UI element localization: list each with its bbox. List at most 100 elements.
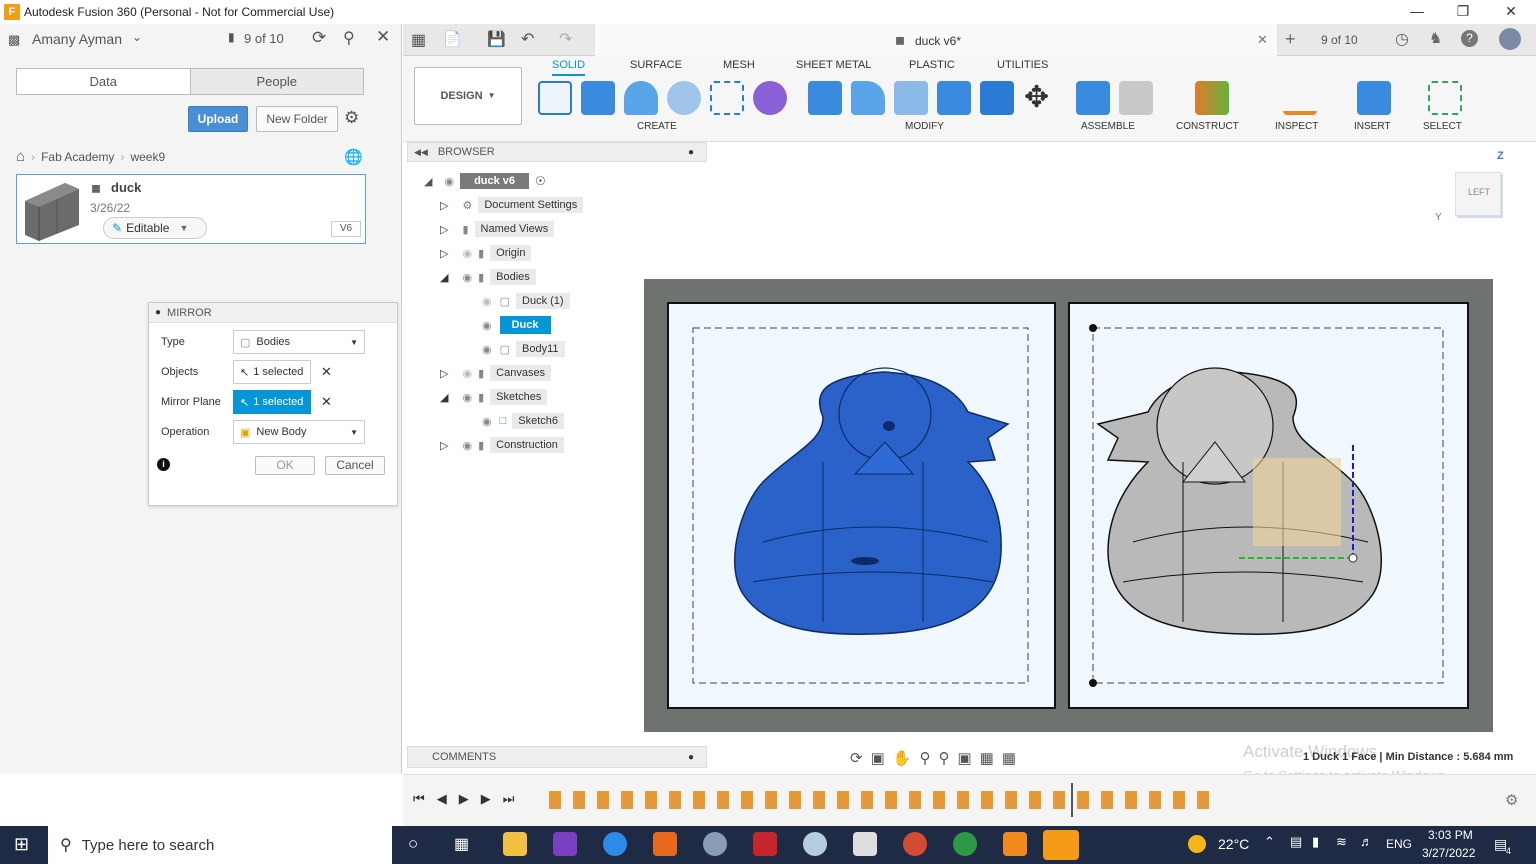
fit-icon[interactable]: ⚲ <box>938 749 949 767</box>
workspace-switcher[interactable]: DESIGN ▼ <box>414 67 522 125</box>
fillet-icon[interactable] <box>851 81 885 115</box>
view-cube[interactable]: LEFT <box>1455 172 1501 216</box>
clear-objects-icon[interactable]: ✕ <box>321 364 332 380</box>
new-component-icon[interactable] <box>1076 81 1110 115</box>
tray-chevron-icon[interactable]: ⌃ <box>1264 834 1275 850</box>
tab-people[interactable]: People <box>189 69 363 94</box>
clock-icon[interactable]: ◷ <box>1395 29 1409 49</box>
shell-icon[interactable] <box>894 81 928 115</box>
app-icon[interactable] <box>703 832 727 856</box>
expand-icon[interactable]: ▷ <box>440 439 448 452</box>
eye-icon[interactable]: ◉ <box>462 391 472 404</box>
add-comment-icon[interactable]: ● <box>688 752 694 763</box>
tab-data[interactable]: Data <box>17 69 190 94</box>
gear-icon[interactable]: ⚙ <box>344 108 359 128</box>
eye-icon[interactable]: ◉ <box>482 319 492 332</box>
sublime-icon[interactable] <box>653 832 677 856</box>
file-menu-icon[interactable]: 📄 <box>443 30 462 48</box>
document-tab[interactable]: ◼ duck v6* ✕ <box>595 24 1277 56</box>
tree-document-settings[interactable]: ▷ ⚙ Document Settings <box>440 195 584 215</box>
group-modify[interactable]: MODIFY <box>905 121 944 132</box>
tree-canvases[interactable]: ▷ ◉ ▮ Canvases <box>440 363 552 383</box>
eye-hidden-icon[interactable]: ◉ <box>482 295 492 308</box>
insert-image-icon[interactable] <box>1357 81 1391 115</box>
offset-face-icon[interactable] <box>980 81 1014 115</box>
battery-icon[interactable]: ▮ <box>1312 834 1319 850</box>
windows-start-icon[interactable]: ⊞ <box>14 834 29 855</box>
cancel-button[interactable]: Cancel <box>325 456 385 475</box>
save-icon[interactable]: 💾 <box>487 30 506 48</box>
bell-icon[interactable]: ♞ <box>1429 29 1442 47</box>
tree-sketches[interactable]: ◢ ◉ ▮ Sketches <box>440 387 548 407</box>
extrude-icon[interactable] <box>581 81 615 115</box>
avatar[interactable] <box>1499 28 1521 50</box>
tab-utilities[interactable]: UTILITIES <box>997 59 1048 71</box>
redo-icon[interactable]: ↷ <box>559 29 572 49</box>
step-forward-icon[interactable]: ▶ <box>481 791 491 807</box>
zoom-icon[interactable]: ⚲ <box>919 749 930 767</box>
eye-icon[interactable]: ◉ <box>462 439 472 452</box>
group-construct[interactable]: CONSTRUCT <box>1176 121 1239 132</box>
comments-panel[interactable]: COMMENTS ● <box>407 746 707 768</box>
viewports-icon[interactable]: ▦ <box>1002 749 1016 767</box>
eye-icon[interactable]: ◉ <box>482 343 492 356</box>
create-sketch-icon[interactable] <box>538 81 572 115</box>
go-to-start-icon[interactable]: ⏮ <box>413 791 425 807</box>
group-insert[interactable]: INSERT <box>1354 121 1391 132</box>
wifi-icon[interactable]: ≋ <box>1336 834 1347 850</box>
close-panel-icon[interactable]: ✕ <box>376 27 390 47</box>
objects-selection[interactable]: ↖ 1 selected <box>233 360 311 384</box>
expand-icon[interactable]: ▷ <box>440 247 448 260</box>
volume-icon[interactable]: ♬ <box>1360 834 1373 849</box>
chevron-down-icon[interactable]: ⌄ <box>132 30 142 44</box>
temperature[interactable]: 22°C <box>1218 836 1249 852</box>
mirror-plane-selection[interactable]: ↖ 1 selected <box>233 390 311 414</box>
undo-icon[interactable]: ↶ <box>521 29 534 49</box>
hole-icon[interactable] <box>667 81 701 115</box>
viewport[interactable]: LEFT Z Y <box>403 142 1536 774</box>
help-icon[interactable]: ? <box>1461 30 1478 47</box>
browser-icon[interactable] <box>603 832 627 856</box>
measure-icon[interactable] <box>1283 81 1317 115</box>
chrome-icon[interactable] <box>903 832 927 856</box>
select-box-icon[interactable] <box>1428 81 1462 115</box>
expand-icon[interactable]: ▷ <box>440 367 448 380</box>
group-select[interactable]: SELECT <box>1423 121 1462 132</box>
upload-button[interactable]: Upload <box>188 106 248 132</box>
collapse-icon[interactable]: ● <box>155 307 161 318</box>
new-folder-button[interactable]: New Folder <box>256 106 338 132</box>
timeline-marker[interactable] <box>1071 783 1073 817</box>
expand-icon[interactable]: ▷ <box>440 223 448 236</box>
eye-hidden-icon[interactable]: ◉ <box>462 367 472 380</box>
taskbar-search[interactable]: ⚲ Type here to search <box>48 826 392 864</box>
offset-plane-icon[interactable] <box>1195 81 1229 115</box>
eye-hidden-icon[interactable]: ◉ <box>462 247 472 260</box>
version-selector[interactable]: V6 <box>331 221 361 237</box>
tree-body-body11[interactable]: ◉ ▢ Body11 <box>482 339 565 359</box>
language-indicator[interactable]: ENG <box>1386 837 1412 851</box>
info-icon[interactable]: i <box>157 458 170 471</box>
breadcrumb-fab-academy[interactable]: Fab Academy <box>41 150 114 164</box>
vlc-icon[interactable] <box>1003 832 1027 856</box>
collapse-icon[interactable]: ◢ <box>424 175 432 188</box>
tree-construction[interactable]: ▷ ◉ ▮ Construction <box>440 435 564 455</box>
tree-root[interactable]: ◢ ◉ duck v6 ☉ <box>424 171 546 191</box>
group-assemble[interactable]: ASSEMBLE <box>1081 121 1135 132</box>
press-pull-icon[interactable] <box>808 81 842 115</box>
display-settings-icon[interactable]: ▣ <box>957 749 971 767</box>
group-inspect[interactable]: INSPECT <box>1275 121 1318 132</box>
tab-solid[interactable]: SOLID <box>552 59 586 76</box>
app-icon[interactable] <box>853 832 877 856</box>
globe-icon[interactable]: 🌐 <box>344 148 363 166</box>
close-tab-icon[interactable]: ✕ <box>1257 32 1268 48</box>
tree-named-views[interactable]: ▷ ▮ Named Views <box>440 219 555 239</box>
network-icon[interactable]: ▤ <box>1290 834 1302 850</box>
eye-icon[interactable]: ◉ <box>482 415 492 428</box>
timeline-settings-icon[interactable]: ⚙ <box>1505 791 1518 809</box>
app-icon[interactable] <box>803 832 827 856</box>
tree-body-duck[interactable]: ◉ Duck <box>482 315 551 335</box>
ok-button[interactable]: OK <box>255 456 315 475</box>
tree-bodies[interactable]: ◢ ◉ ▮ Bodies <box>440 267 536 287</box>
form-icon[interactable] <box>753 81 787 115</box>
tree-body-duck-1[interactable]: ◉ ▢ Duck (1) <box>482 291 570 311</box>
